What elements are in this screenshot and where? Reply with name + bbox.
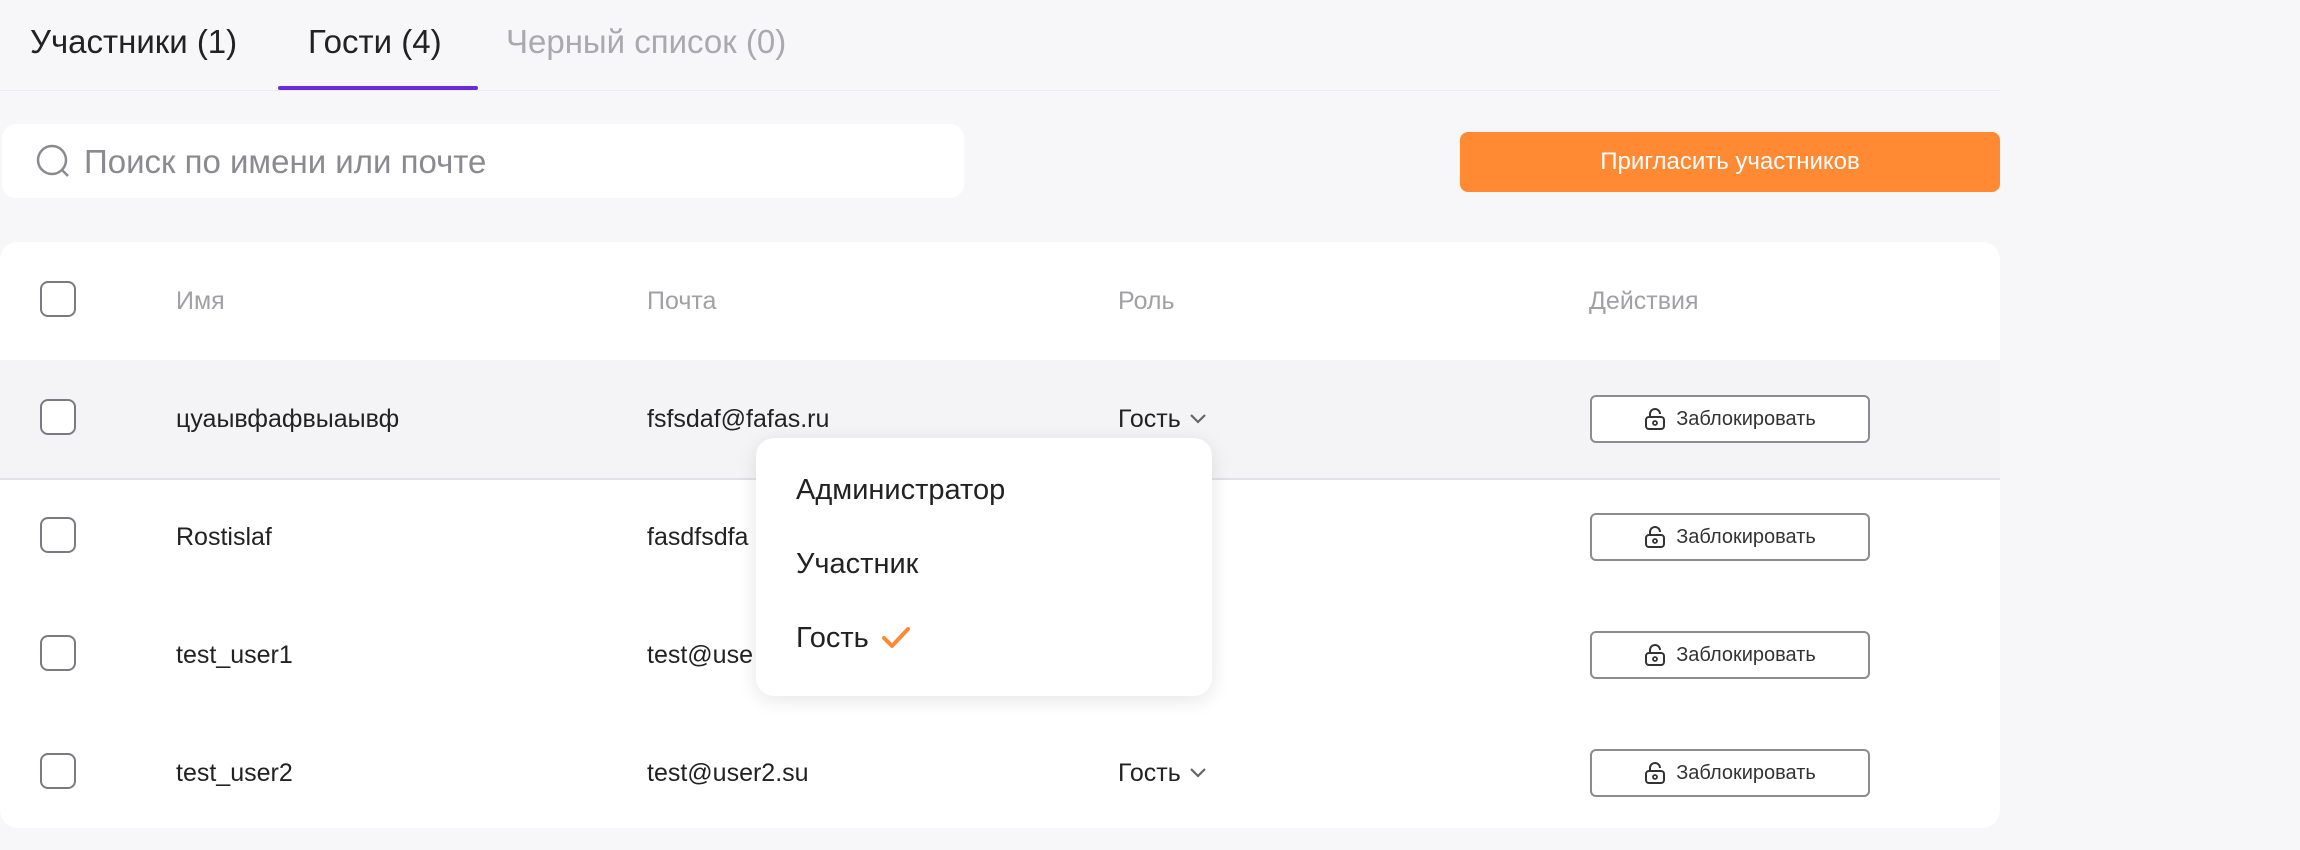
- chevron-down-icon: [1189, 414, 1206, 424]
- row-name: Rostislaf: [176, 523, 272, 551]
- role-dropdown: Администратор Участник Гость: [756, 438, 1212, 696]
- header-email: Почта: [647, 287, 717, 315]
- checkmark-icon: [881, 627, 910, 648]
- tab-blacklist[interactable]: Черный список (0): [506, 20, 786, 64]
- tabs-bar: Участники (1) Гости (4) Черный список (0…: [0, 0, 2000, 91]
- row-email: test@user2.su: [647, 759, 809, 787]
- role-option-label: Администратор: [796, 474, 1006, 506]
- role-option-label: Гость: [796, 622, 869, 654]
- tab-guests[interactable]: Гости (4): [308, 20, 442, 64]
- row-name: цуаывфафвыаывф: [176, 405, 400, 433]
- role-option-admin[interactable]: Администратор: [796, 472, 1005, 508]
- lock-icon: [1645, 526, 1666, 548]
- header-role: Роль: [1118, 287, 1175, 315]
- lock-icon: [1645, 408, 1666, 430]
- block-button-label: Заблокировать: [1676, 525, 1816, 548]
- row-name: test_user2: [176, 759, 293, 787]
- table-header-row: Имя Почта Роль Действия: [0, 242, 2000, 362]
- block-button-label: Заблокировать: [1676, 761, 1816, 784]
- row-checkbox[interactable]: [40, 517, 76, 553]
- search-input[interactable]: [82, 136, 946, 188]
- header-actions: Действия: [1589, 287, 1699, 315]
- role-value: Гость: [1118, 759, 1181, 787]
- role-select[interactable]: Гость: [1118, 404, 1207, 434]
- active-tab-indicator: [278, 86, 478, 90]
- block-button-label: Заблокировать: [1676, 407, 1816, 430]
- invite-members-button[interactable]: Пригласить участников: [1460, 132, 2000, 192]
- block-button[interactable]: Заблокировать: [1590, 395, 1870, 443]
- search-box[interactable]: [2, 124, 964, 198]
- block-button[interactable]: Заблокировать: [1590, 631, 1870, 679]
- table-row: test_user2 test@user2.su Гость Заблокиро…: [0, 714, 2000, 828]
- chevron-down-icon: [1189, 768, 1206, 778]
- block-button[interactable]: Заблокировать: [1590, 513, 1870, 561]
- role-option-label: Участник: [796, 548, 919, 580]
- tab-members[interactable]: Участники (1): [30, 20, 237, 64]
- lock-icon: [1645, 644, 1666, 666]
- row-checkbox[interactable]: [40, 635, 76, 671]
- row-name: test_user1: [176, 641, 293, 669]
- block-button-label: Заблокировать: [1676, 643, 1816, 666]
- select-all-checkbox[interactable]: [40, 281, 76, 317]
- header-name: Имя: [176, 287, 225, 315]
- block-button[interactable]: Заблокировать: [1590, 749, 1870, 797]
- row-email: test@use: [647, 641, 753, 669]
- search-icon: [36, 144, 69, 177]
- row-email: fasdfsdfa: [647, 523, 749, 551]
- row-checkbox[interactable]: [40, 753, 76, 789]
- lock-icon: [1645, 762, 1666, 784]
- row-checkbox[interactable]: [40, 399, 76, 435]
- role-select[interactable]: Гость: [1118, 758, 1207, 788]
- row-email: fsfsdaf@fafas.ru: [647, 405, 830, 433]
- role-option-guest[interactable]: Гость: [796, 620, 911, 656]
- role-value: Гость: [1118, 405, 1181, 433]
- role-option-member[interactable]: Участник: [796, 546, 918, 582]
